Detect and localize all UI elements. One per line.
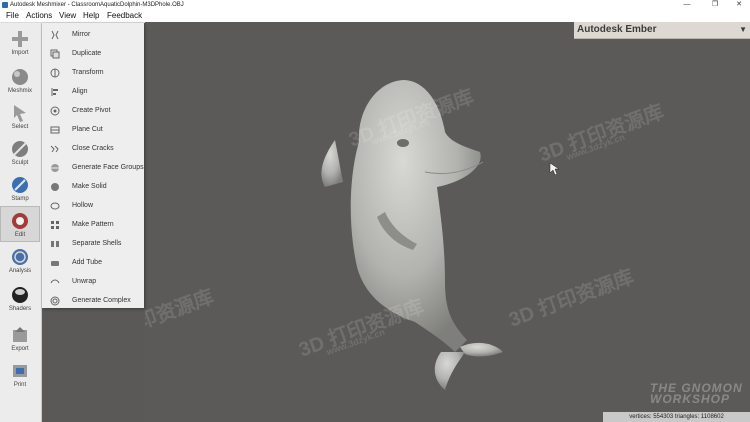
tool-label: Sculpt — [11, 160, 29, 166]
tool-label: Stamp — [11, 196, 29, 202]
tool-label: Analysis — [8, 268, 32, 274]
mirror-icon — [51, 30, 59, 40]
minimize-button[interactable]: — — [678, 0, 696, 10]
title-bar: Autodesk Meshmixer - ClassroomAquaticDol… — [0, 0, 750, 10]
sphere-icon — [12, 69, 28, 85]
unwrap-icon — [50, 279, 60, 284]
hollow-icon — [50, 202, 60, 210]
tool-edit[interactable]: Edit — [0, 206, 40, 242]
transform-icon — [50, 68, 60, 78]
tool-analysis[interactable]: Analysis — [1, 243, 39, 277]
restore-button[interactable]: ❐ — [706, 0, 724, 10]
edit-item-create-pivot[interactable]: Create Pivot — [42, 102, 144, 120]
edit-item-align[interactable]: Align — [42, 83, 144, 101]
edit-item-label: Duplicate — [72, 50, 102, 57]
edit-item-label: Create Pivot — [72, 107, 111, 114]
menu-view[interactable]: View — [56, 10, 79, 22]
make-solid-icon — [51, 183, 59, 191]
edit-menu-panel: Mirror Duplicate Transform Align Create … — [42, 23, 144, 308]
face-groups-icon — [51, 164, 59, 172]
menu-file[interactable]: File — [3, 10, 22, 22]
ember-panel-header[interactable]: Autodesk Ember ▼ — [574, 22, 750, 39]
print-icon — [13, 365, 27, 377]
tool-print[interactable]: Print — [1, 357, 39, 391]
edit-item-label: Plane Cut — [72, 126, 103, 133]
menu-help[interactable]: Help — [80, 10, 102, 22]
plane-cut-icon — [50, 126, 60, 134]
edit-item-generate-complex[interactable]: Generate Complex — [42, 292, 144, 310]
edit-item-label: Make Solid — [72, 183, 107, 190]
menu-actions[interactable]: Actions — [23, 10, 55, 22]
edit-item-close-cracks[interactable]: Close Cracks — [42, 140, 144, 158]
close-button[interactable]: ✕ — [730, 0, 748, 10]
dolphin-model[interactable] — [145, 22, 750, 422]
export-icon — [13, 327, 27, 342]
3d-viewport[interactable]: 3D 打印资源库 3D 打印资源库 3D 打印资源库 3D 打印资源库 3D 打… — [145, 22, 750, 422]
tool-label: Import — [11, 50, 29, 56]
tool-import[interactable]: Import — [1, 25, 39, 59]
tool-sculpt[interactable]: Sculpt — [1, 135, 39, 169]
tool-label: Export — [11, 346, 29, 352]
gnomon-line2: WORKSHOP — [650, 392, 730, 406]
tool-shaders[interactable]: Shaders — [1, 281, 39, 315]
tool-label: Print — [13, 382, 27, 388]
tool-label: Edit — [14, 232, 26, 238]
complex-icon — [50, 296, 60, 306]
shader-ball-icon — [12, 287, 28, 303]
analysis-icon — [12, 249, 28, 265]
pivot-icon — [50, 106, 60, 116]
edit-item-make-solid[interactable]: Make Solid — [42, 178, 144, 196]
separate-shells-icon — [51, 241, 59, 247]
edit-item-transform[interactable]: Transform — [42, 64, 144, 82]
edit-item-generate-face-groups[interactable]: Generate Face Groups — [42, 159, 144, 177]
edit-item-make-pattern[interactable]: Make Pattern — [42, 216, 144, 234]
gnomon-workshop-logo: THE GNOMON WORKSHOP — [650, 382, 743, 406]
plus-icon — [12, 31, 28, 47]
edit-item-label: Make Pattern — [72, 221, 114, 228]
tube-icon — [51, 261, 59, 266]
tool-meshmix[interactable]: Meshmix — [1, 63, 39, 97]
app-icon — [2, 2, 8, 8]
tool-label: Shaders — [8, 306, 32, 312]
edit-item-label: Unwrap — [72, 278, 97, 285]
menu-feedback[interactable]: Feedback — [104, 10, 145, 22]
edit-item-duplicate[interactable]: Duplicate — [42, 45, 144, 63]
edit-item-label: Generate Complex — [72, 297, 131, 304]
align-icon — [51, 88, 58, 96]
edit-item-label: Generate Face Groups — [72, 164, 144, 171]
edit-icon — [12, 213, 28, 229]
edit-item-label: Close Cracks — [72, 145, 114, 152]
edit-item-label: Separate Shells — [72, 240, 122, 247]
duplicate-icon — [50, 49, 60, 59]
stamp-icon — [12, 177, 28, 193]
pattern-icon — [51, 221, 59, 229]
chevron-down-icon[interactable]: ▼ — [739, 22, 747, 38]
cursor-icon — [14, 105, 26, 122]
ember-panel-title: Autodesk Ember — [577, 24, 657, 35]
edit-item-label: Align — [72, 88, 88, 95]
edit-item-separate-shells[interactable]: Separate Shells — [42, 235, 144, 253]
edit-item-label: Transform — [72, 69, 104, 76]
tool-select[interactable]: Select — [1, 99, 39, 133]
edit-item-mirror[interactable]: Mirror — [42, 26, 144, 44]
mesh-stats-status: vertices: 554303 triangles: 1108602 — [603, 412, 750, 422]
main-toolbar: Import Meshmix Select Sculpt Stamp Edit … — [0, 23, 42, 422]
tool-export[interactable]: Export — [1, 321, 39, 355]
edit-item-label: Add Tube — [72, 259, 102, 266]
edit-item-label: Mirror — [72, 31, 91, 38]
edit-item-add-tube[interactable]: Add Tube — [42, 254, 144, 272]
close-cracks-icon — [50, 145, 59, 153]
edit-item-unwrap[interactable]: Unwrap — [42, 273, 144, 291]
window-title: Autodesk Meshmixer - ClassroomAquaticDol… — [10, 2, 184, 8]
brush-icon — [12, 141, 28, 157]
edit-item-hollow[interactable]: Hollow — [42, 197, 144, 215]
tool-label: Select — [11, 124, 29, 130]
edit-item-plane-cut[interactable]: Plane Cut — [42, 121, 144, 139]
edit-item-label: Hollow — [72, 202, 94, 209]
tool-stamp[interactable]: Stamp — [1, 171, 39, 205]
tool-label: Meshmix — [7, 88, 32, 94]
